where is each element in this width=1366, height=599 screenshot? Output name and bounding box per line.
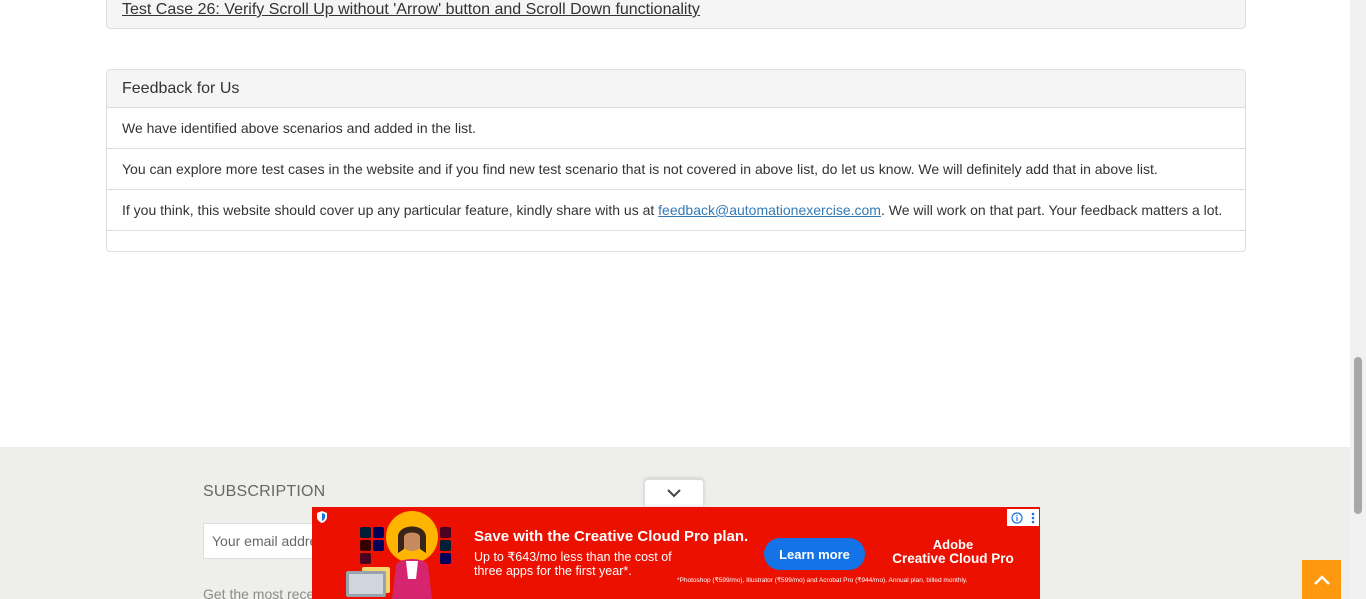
ad-brand: Adobe Creative Cloud Pro [890,538,1016,566]
test-case-26-link[interactable]: Test Case 26: Verify Scroll Up without '… [122,1,700,19]
feedback-heading: Feedback for Us [107,70,1245,108]
ad-illustration [346,511,451,599]
chevron-up-icon [1313,574,1330,585]
feedback-email-link[interactable]: feedback@automationexercise.com [658,202,881,218]
feedback-item-3-text-end: . We will work on that part. Your feedba… [880,202,1223,218]
ad-collapse-button[interactable] [644,479,704,506]
chevron-down-icon [667,489,681,498]
scroll-up-button[interactable] [1302,560,1341,599]
feedback-item-3-text: If you think, this website should cover … [122,202,659,218]
ad-brand-name: Adobe [932,537,974,552]
info-icon[interactable] [1011,511,1023,524]
page-scrollbar[interactable] [1350,0,1366,599]
footer-divider [90,446,1260,447]
feedback-panel: Feedback for Us We have identified above… [106,69,1246,252]
scrollbar-thumb[interactable] [1354,357,1362,514]
ad-headline: Save with the Creative Cloud Pro plan. [474,528,749,545]
more-vertical-icon[interactable] [1031,512,1035,524]
feedback-item-2: You can explore more test cases in the w… [107,149,1245,190]
ad-info-controls[interactable] [1007,509,1039,526]
ad-learn-more-button[interactable]: Learn more [764,538,865,570]
ad-brand-product: Creative Cloud Pro [892,551,1014,566]
feedback-item-1: We have identified above scenarios and a… [107,108,1245,149]
shield-icon [317,511,327,523]
feedback-item-3: If you think, this website should cover … [107,190,1245,231]
test-case-panel: Test Case 26: Verify Scroll Up without '… [106,0,1246,29]
ad-subline: Up to ₹643/mo less than the cost of thre… [474,550,672,578]
subscription-title: SUBSCRIPTION [203,483,326,500]
ad-banner[interactable]: Save with the Creative Cloud Pro plan. U… [312,507,1040,599]
ad-fineprint: *Photoshop (₹599/mo), Illustrator (₹599/… [677,577,968,584]
